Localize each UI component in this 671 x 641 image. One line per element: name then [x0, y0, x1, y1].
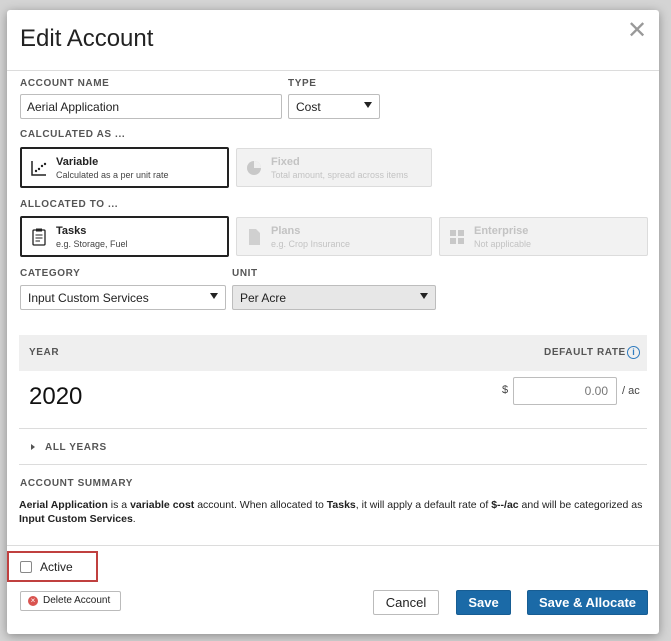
alloc-option-enterprise[interactable]: Enterprise Not applicable — [439, 217, 648, 256]
delete-account-button[interactable]: × Delete Account — [20, 591, 121, 611]
summary-rate: $--/ac — [491, 499, 519, 511]
summary-category: Input Custom Services — [19, 513, 133, 525]
info-icon[interactable]: i — [627, 346, 640, 359]
currency-symbol: $ — [502, 384, 509, 396]
unit-select-value: Per Acre — [240, 291, 287, 305]
summary-cost-type: variable cost — [130, 499, 195, 511]
alloc-option-title: Tasks — [56, 225, 87, 237]
calc-option-title: Fixed — [271, 156, 300, 168]
summary-text: account. When allocated to — [194, 499, 327, 511]
save-and-allocate-button[interactable]: Save & Allocate — [527, 590, 648, 615]
calc-option-variable[interactable]: Variable Calculated as a per unit rate — [20, 147, 229, 188]
calc-option-fixed[interactable]: Fixed Total amount, spread across items — [236, 148, 432, 187]
active-label: Active — [40, 560, 73, 574]
type-label: TYPE — [288, 78, 317, 89]
year-header: YEAR — [29, 347, 60, 358]
grid-icon — [450, 230, 464, 244]
calc-option-subtitle: Calculated as a per unit rate — [56, 170, 169, 180]
alloc-option-subtitle: e.g. Storage, Fuel — [56, 239, 128, 249]
calc-option-subtitle: Total amount, spread across items — [271, 170, 409, 180]
footer-divider — [7, 545, 659, 546]
default-rate-header: DEFAULT RATE — [544, 347, 626, 358]
summary-account-name: Aerial Application — [19, 499, 108, 511]
caret-right-icon — [31, 444, 35, 450]
summary-text: . — [132, 513, 136, 525]
alloc-option-tasks[interactable]: Tasks e.g. Storage, Fuel — [20, 216, 229, 257]
chevron-down-icon — [210, 293, 218, 299]
delete-icon: × — [28, 596, 38, 606]
account-summary-text: Aerial Application is a variable cost ac… — [19, 498, 649, 526]
category-select[interactable]: Input Custom Services — [20, 285, 226, 310]
cancel-button[interactable]: Cancel — [373, 590, 439, 615]
divider — [19, 428, 647, 429]
default-rate-input[interactable] — [513, 377, 617, 405]
rate-unit: / ac — [622, 385, 640, 397]
document-icon — [249, 229, 260, 245]
scatter-chart-icon — [31, 161, 47, 176]
dialog-title: Edit Account — [20, 25, 154, 52]
pie-chart-icon — [247, 161, 261, 175]
active-checkbox[interactable] — [20, 561, 32, 573]
chevron-down-icon — [364, 102, 372, 108]
summary-text: and will be categorized as — [518, 499, 643, 511]
alloc-option-subtitle: e.g. Crop Insurance — [271, 239, 351, 249]
close-icon[interactable]: ✕ — [627, 19, 647, 43]
rate-table-header: YEAR DEFAULT RATE i — [19, 335, 647, 371]
category-label: CATEGORY — [20, 268, 81, 279]
divider — [19, 464, 647, 465]
type-select-value: Cost — [296, 100, 321, 114]
calculated-as-label: CALCULATED AS ... — [20, 129, 126, 140]
chevron-down-icon — [420, 293, 428, 299]
dialog-header: Edit Account ✕ — [7, 10, 659, 71]
edit-account-dialog: Edit Account ✕ ACCOUNT NAME TYPE Cost CA… — [7, 10, 659, 634]
year-value: 2020 — [29, 383, 83, 410]
account-name-label: ACCOUNT NAME — [20, 78, 110, 89]
summary-allocation: Tasks — [326, 499, 356, 511]
summary-text: is a — [107, 499, 131, 511]
unit-label: UNIT — [232, 268, 258, 279]
summary-text: , it will apply a default rate of — [355, 499, 492, 511]
account-summary-heading: ACCOUNT SUMMARY — [20, 478, 134, 489]
unit-select[interactable]: Per Acre — [232, 285, 436, 310]
calc-option-title: Variable — [56, 156, 99, 168]
alloc-option-title: Plans — [271, 225, 301, 237]
delete-account-label: Delete Account — [43, 595, 111, 606]
alloc-option-subtitle: Not applicable — [474, 239, 532, 249]
clipboard-icon — [32, 228, 46, 246]
alloc-option-title: Enterprise — [474, 225, 529, 237]
allocated-to-label: ALLOCATED TO ... — [20, 199, 119, 210]
alloc-option-plans[interactable]: Plans e.g. Crop Insurance — [236, 217, 432, 256]
type-select[interactable]: Cost — [288, 94, 380, 119]
save-button[interactable]: Save — [456, 590, 511, 615]
account-name-input[interactable] — [20, 94, 282, 119]
all-years-label: ALL YEARS — [45, 442, 107, 453]
category-select-value: Input Custom Services — [28, 291, 149, 305]
